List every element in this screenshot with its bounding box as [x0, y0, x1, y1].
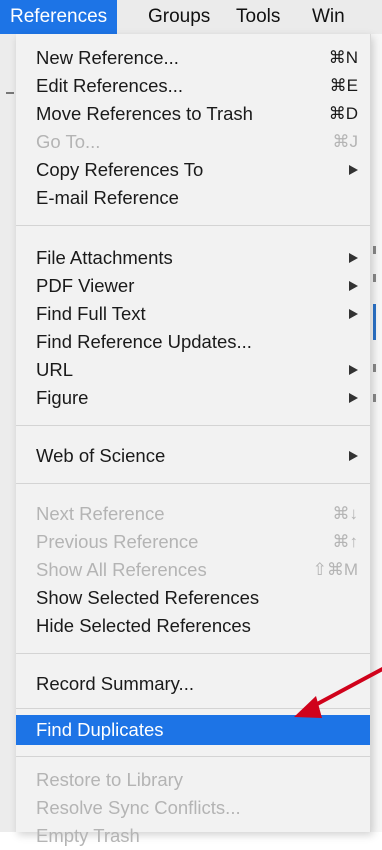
menu-item-find-reference-updates[interactable]: Find Reference Updates... [16, 328, 370, 356]
menu-item-label: Empty Trash [36, 825, 140, 846]
menu-item-label: Figure [36, 387, 89, 408]
background-mark [373, 246, 376, 254]
menu-item-shortcut: ⌘J [332, 132, 359, 151]
menu-item-label: Move References to Trash [36, 103, 253, 124]
menu-item-next-reference: Next Reference ⌘↓ [16, 500, 370, 528]
menu-item-shortcut: ⌘↑ [332, 532, 359, 551]
menubar-tools[interactable]: Tools [226, 0, 290, 34]
menu-item-edit-references[interactable]: Edit References... ⌘E [16, 72, 370, 100]
menu-item-label: Record Summary... [36, 673, 194, 694]
menu-item-label: Go To... [36, 131, 101, 152]
menu-item-shortcut: ⌘D [328, 104, 358, 123]
menu-item-url[interactable]: URL [16, 356, 370, 384]
menu-separator [16, 425, 370, 426]
menu-item-restore-to-library: Restore to Library [16, 766, 370, 794]
menu-item-shortcut: ⌘↓ [332, 504, 359, 523]
menu-item-label: Find Reference Updates... [36, 331, 252, 352]
submenu-arrow-icon [349, 253, 358, 263]
background-mark [6, 92, 14, 94]
background-link-mark [373, 304, 376, 340]
menu-item-label: Resolve Sync Conflicts... [36, 797, 241, 818]
menu-separator [16, 708, 370, 709]
menu-item-label: Copy References To [36, 159, 204, 180]
menu-item-empty-trash: Empty Trash [16, 822, 370, 850]
menu-item-record-summary[interactable]: Record Summary... [16, 670, 370, 698]
background-mark [373, 364, 376, 372]
background-mark [373, 274, 376, 282]
menu-item-web-of-science[interactable]: Web of Science [16, 442, 370, 470]
menu-item-label: Find Duplicates [36, 719, 164, 740]
menu-item-find-duplicates[interactable]: Find Duplicates [16, 715, 370, 745]
menu-item-new-reference[interactable]: New Reference... ⌘N [16, 44, 370, 72]
submenu-arrow-icon [349, 281, 358, 291]
menu-separator [16, 483, 370, 484]
submenu-arrow-icon [349, 393, 358, 403]
submenu-arrow-icon [349, 365, 358, 375]
menu-item-resolve-sync-conflicts: Resolve Sync Conflicts... [16, 794, 370, 822]
menu-item-figure[interactable]: Figure [16, 384, 370, 412]
background-window-right-edge [370, 34, 382, 832]
submenu-arrow-icon [349, 309, 358, 319]
menu-item-label: Restore to Library [36, 769, 184, 790]
menu-separator [16, 225, 370, 226]
menu-item-hide-selected-references[interactable]: Hide Selected References [16, 612, 370, 640]
menu-item-shortcut: ⌘N [328, 48, 358, 67]
menu-item-go-to: Go To... ⌘J [16, 128, 370, 156]
menu-item-shortcut: ⌘E [329, 76, 358, 95]
menu-item-label: Previous Reference [36, 531, 199, 552]
menu-separator [16, 653, 370, 654]
menu-item-file-attachments[interactable]: File Attachments [16, 244, 370, 272]
menu-item-label: File Attachments [36, 247, 173, 268]
menu-bar: References Groups Tools Win [0, 0, 382, 35]
menu-item-pdf-viewer[interactable]: PDF Viewer [16, 272, 370, 300]
menu-item-label: URL [36, 359, 74, 380]
menu-separator [16, 756, 370, 757]
menu-item-show-selected-references[interactable]: Show Selected References [16, 584, 370, 612]
menu-item-move-to-trash[interactable]: Move References to Trash ⌘D [16, 100, 370, 128]
menu-item-shortcut: ⇧⌘M [312, 560, 358, 579]
menu-item-label: Show All References [36, 559, 207, 580]
submenu-arrow-icon [349, 165, 358, 175]
menu-item-label: Show Selected References [36, 587, 260, 608]
background-mark [373, 394, 376, 402]
menu-item-previous-reference: Previous Reference ⌘↑ [16, 528, 370, 556]
menu-item-label: Find Full Text [36, 303, 146, 324]
menubar-window[interactable]: Win [302, 0, 355, 34]
menu-item-label: E-mail Reference [36, 187, 179, 208]
menu-item-label: New Reference... [36, 47, 179, 68]
menu-item-copy-references-to[interactable]: Copy References To [16, 156, 370, 184]
submenu-arrow-icon [349, 451, 358, 461]
menu-item-show-all-references: Show All References ⇧⌘M [16, 556, 370, 584]
menu-item-email-reference[interactable]: E-mail Reference [16, 184, 370, 212]
menu-item-label: PDF Viewer [36, 275, 135, 296]
menu-item-label: Next Reference [36, 503, 165, 524]
menu-item-label: Hide Selected References [36, 615, 251, 636]
menu-item-label: Web of Science [36, 445, 166, 466]
references-dropdown-menu: New Reference... ⌘N Edit References... ⌘… [16, 34, 371, 846]
menu-item-find-full-text[interactable]: Find Full Text [16, 300, 370, 328]
menubar-references[interactable]: References [0, 0, 118, 34]
menu-item-label: Edit References... [36, 75, 184, 96]
menubar-groups[interactable]: Groups [138, 0, 220, 34]
background-window-edge [0, 34, 17, 832]
